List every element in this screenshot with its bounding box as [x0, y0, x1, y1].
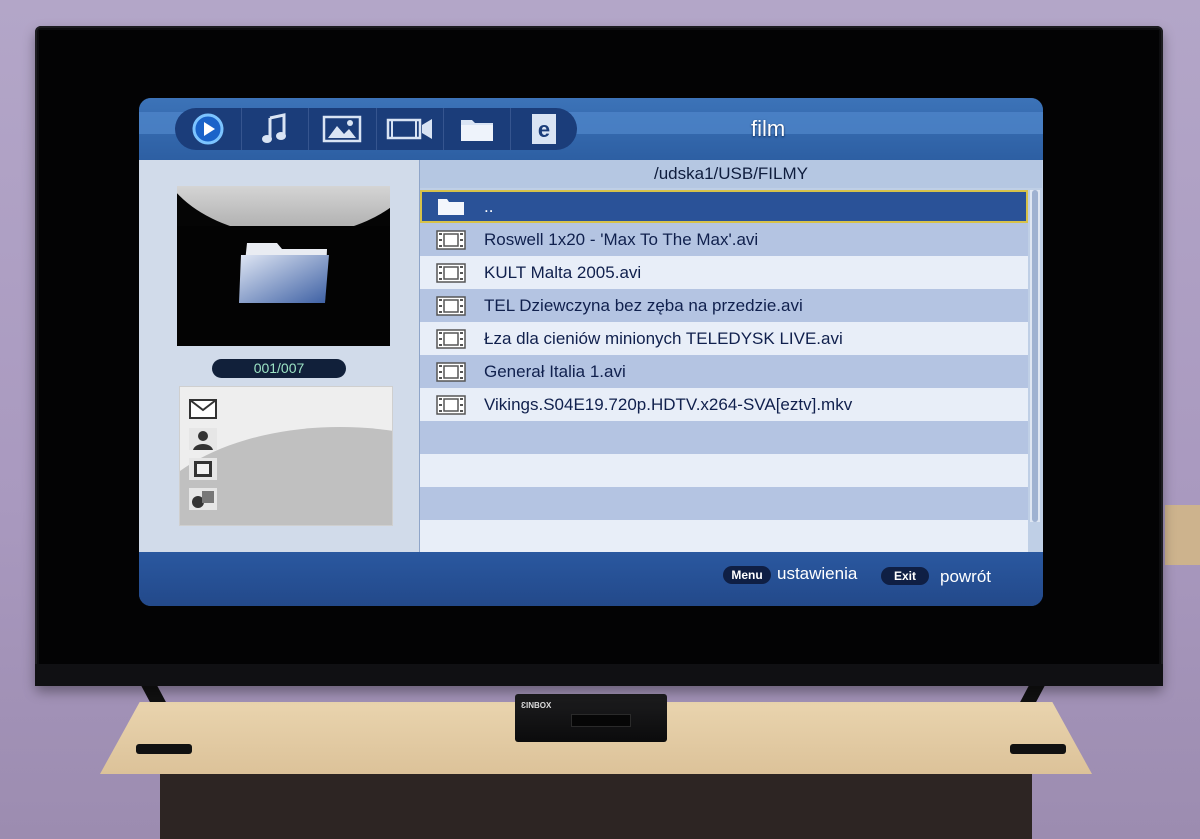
side-table [1165, 505, 1200, 565]
media-player-window: e film 001/007 /udska1/USB/FILMY .. Rosw… [139, 98, 1043, 606]
file-name: KULT Malta 2005.avi [484, 262, 642, 282]
current-path: /udska1/USB/FILMY [420, 160, 1042, 188]
file-name: Vikings.S04E19.720p.HDTV.x264-SVA[eztv].… [484, 394, 853, 414]
tab-music[interactable] [242, 108, 310, 150]
tv-foot-right [1010, 744, 1066, 754]
film-strip-icon [436, 229, 466, 250]
photo-icon [323, 115, 362, 143]
scrollbar-thumb[interactable] [1032, 190, 1038, 522]
tab-photos[interactable] [309, 108, 377, 150]
set-top-box-display [571, 714, 631, 727]
film-strip-icon [436, 295, 466, 316]
footer-bar: Menu ustawienia Exit powrót [139, 552, 1043, 606]
person-icon [189, 428, 217, 450]
file-name: Łza dla cieniów minionych TELEDYSK LIVE.… [484, 328, 843, 348]
folder-icon [460, 120, 493, 141]
e-book-icon: e [531, 114, 556, 144]
exit-key-badge[interactable]: Exit [881, 567, 929, 585]
file-counter: 001/007 [212, 359, 346, 378]
list-item[interactable]: Vikings.S04E19.720p.HDTV.x264-SVA[eztv].… [420, 388, 1028, 421]
tab-movies[interactable] [175, 108, 243, 150]
video-camera-icon [386, 118, 432, 140]
file-info-box [179, 386, 393, 526]
tv-stand-cabinet [160, 774, 1032, 839]
film-strip-icon [436, 361, 466, 382]
file-name: Generał Italia 1.avi [484, 361, 626, 381]
menu-hint-label: ustawienia [777, 564, 858, 583]
list-item[interactable]: Generał Italia 1.avi [420, 355, 1028, 388]
page-title: film [751, 116, 786, 141]
list-item[interactable]: TEL Dziewczyna bez zęba na przedzie.avi [420, 289, 1028, 322]
exit-hint-label: powrót [940, 567, 992, 586]
file-name: TEL Dziewczyna bez zęba na przedzie.avi [484, 295, 803, 315]
set-top-box-brand: ƐINBOX [521, 701, 552, 710]
tab-files[interactable] [444, 108, 511, 150]
list-item[interactable]: Roswell 1x20 - 'Max To The Max'.avi [420, 223, 1028, 256]
music-note-icon [262, 113, 287, 143]
film-strip-icon [436, 394, 466, 415]
svg-text:e: e [538, 117, 550, 142]
play-icon [192, 113, 224, 145]
tv-foot-left [136, 744, 192, 754]
menu-key-badge[interactable]: Menu [723, 566, 771, 584]
set-top-box: ƐINBOX [515, 694, 667, 742]
film-frame-icon [189, 458, 217, 480]
file-list: .. Roswell 1x20 - 'Max To The Max'.avi K… [420, 190, 1030, 553]
shapes-icon [189, 488, 217, 510]
file-browser: /udska1/USB/FILMY .. Roswell 1x20 - 'Max… [419, 160, 1043, 553]
file-name: .. [484, 196, 494, 216]
mail-icon [189, 399, 217, 419]
empty-row [420, 421, 1028, 454]
file-name: Roswell 1x20 - 'Max To The Max'.avi [484, 229, 759, 249]
tv-bezel [35, 664, 1163, 686]
preview-thumbnail [177, 186, 390, 346]
list-item[interactable]: Łza dla cieniów minionych TELEDYSK LIVE.… [420, 322, 1028, 355]
header: e film [139, 98, 1043, 160]
list-item[interactable]: .. [420, 190, 1028, 223]
scrollbar[interactable] [1030, 190, 1040, 522]
film-strip-icon [436, 328, 466, 349]
media-type-tabs: e [175, 108, 577, 150]
empty-row [420, 454, 1028, 487]
tab-video[interactable] [377, 108, 444, 150]
folder-up-icon [438, 198, 464, 215]
film-strip-icon [436, 262, 466, 283]
empty-row [420, 520, 1028, 553]
empty-row [420, 487, 1028, 520]
list-item[interactable]: KULT Malta 2005.avi [420, 256, 1028, 289]
folder-preview-icon [239, 243, 329, 303]
tab-ebook[interactable]: e [511, 108, 577, 150]
preview-panel: 001/007 [139, 160, 419, 552]
